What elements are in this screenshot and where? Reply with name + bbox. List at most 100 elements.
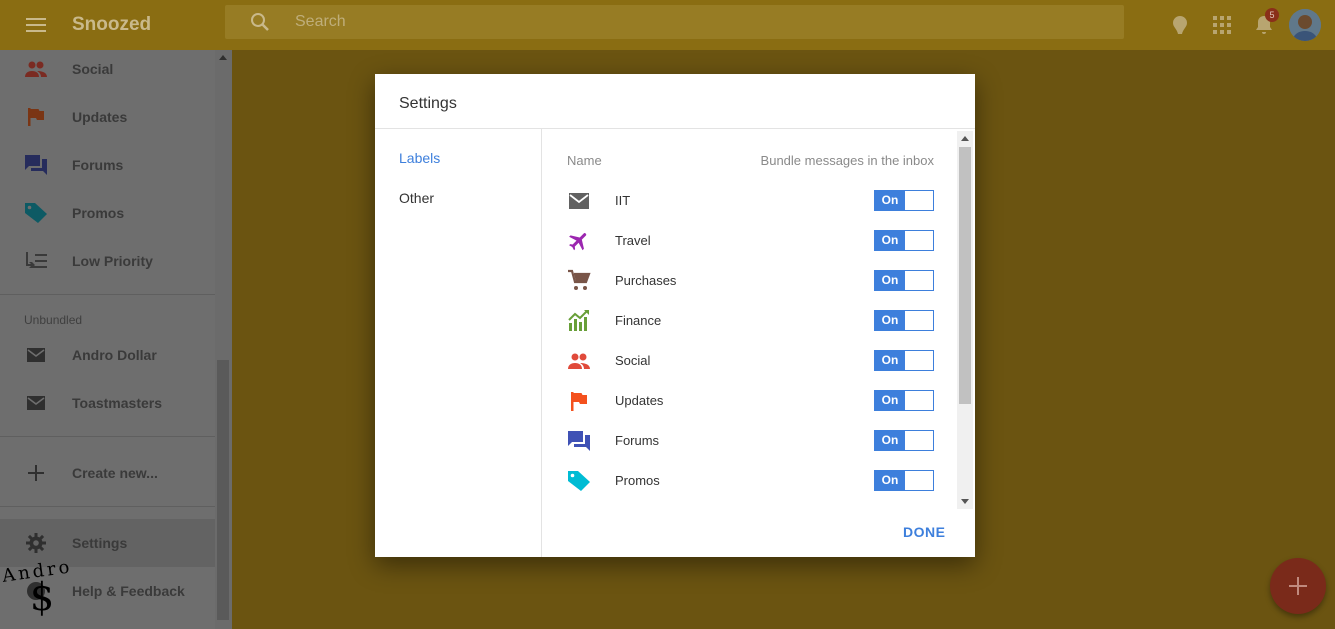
sidebar-item-promos[interactable]: Promos bbox=[0, 189, 215, 237]
nav-item-other[interactable]: Other bbox=[399, 190, 434, 206]
settings-button[interactable]: Settings bbox=[0, 519, 215, 567]
sidebar-item-label: Forums bbox=[72, 157, 124, 173]
tag-icon bbox=[568, 471, 590, 491]
top-icons: 5 bbox=[1159, 0, 1335, 50]
sidebar-item-label: Promos bbox=[72, 205, 125, 221]
label-name: Social bbox=[615, 353, 651, 368]
settings-dialog: Settings Labels Other Name Bundle messag… bbox=[375, 74, 975, 557]
reminder-button[interactable] bbox=[1159, 0, 1201, 50]
social-icon bbox=[568, 353, 590, 369]
compose-button[interactable] bbox=[1270, 558, 1326, 614]
flag-icon bbox=[28, 108, 44, 126]
sidebar-scrollbar[interactable] bbox=[215, 50, 232, 629]
user-avatar-icon bbox=[1289, 9, 1321, 41]
scroll-up-arrow-icon[interactable] bbox=[219, 55, 227, 60]
bundle-toggle[interactable]: On bbox=[874, 430, 934, 451]
label-row-travel: Travel On bbox=[543, 221, 958, 261]
mail-icon bbox=[27, 396, 45, 410]
sidebar-item-label: Low Priority bbox=[72, 253, 153, 269]
toggle-state: On bbox=[875, 471, 905, 490]
plus-icon bbox=[1289, 577, 1307, 595]
section-title-unbundled: Unbundled bbox=[24, 313, 83, 327]
cart-icon bbox=[568, 269, 591, 290]
hamburger-icon bbox=[26, 18, 46, 32]
sidebar-item-social[interactable]: Social bbox=[0, 50, 215, 93]
sidebar-item-label: Create new... bbox=[72, 465, 158, 481]
notification-badge: 5 bbox=[1265, 8, 1279, 22]
search-bar[interactable] bbox=[225, 5, 1124, 39]
bundle-toggle[interactable]: On bbox=[874, 390, 934, 411]
airplane-icon bbox=[569, 233, 587, 251]
label-name: IIT bbox=[615, 193, 631, 208]
scroll-down-arrow-icon[interactable] bbox=[961, 499, 969, 504]
label-row-promos: Promos On bbox=[543, 461, 958, 501]
scrollbar-thumb[interactable] bbox=[217, 360, 229, 620]
scroll-up-arrow-icon[interactable] bbox=[961, 136, 969, 141]
sidebar-item-low-priority[interactable]: Low Priority bbox=[0, 237, 215, 285]
app-title: Snoozed bbox=[72, 14, 152, 35]
plus-icon bbox=[28, 465, 44, 481]
label-name: Updates bbox=[615, 393, 664, 408]
forum-icon bbox=[568, 431, 590, 451]
label-name: Purchases bbox=[615, 273, 677, 288]
column-header-bundle: Bundle messages in the inbox bbox=[760, 153, 934, 168]
create-new-button[interactable]: Create new... bbox=[0, 449, 215, 497]
nav-item-labels[interactable]: Labels bbox=[399, 150, 440, 166]
bundle-toggle[interactable]: On bbox=[874, 350, 934, 371]
divider bbox=[0, 436, 215, 437]
dialog-title: Settings bbox=[399, 95, 457, 112]
sidebar-item-toastmasters[interactable]: Toastmasters bbox=[0, 379, 215, 427]
sidebar-item-label: Toastmasters bbox=[72, 395, 163, 411]
pin-icon bbox=[1173, 16, 1187, 34]
notifications-button[interactable]: 5 bbox=[1243, 0, 1285, 50]
bundle-toggle[interactable]: On bbox=[874, 470, 934, 491]
sidebar-item-label: Updates bbox=[72, 109, 128, 125]
dialog-nav: Labels Other bbox=[375, 129, 542, 557]
bundle-toggle[interactable]: On bbox=[874, 190, 934, 211]
label-row-purchases: Purchases On bbox=[543, 261, 958, 301]
toggle-state: On bbox=[875, 391, 905, 410]
toggle-state: On bbox=[875, 191, 905, 210]
label-row-iit: IIT On bbox=[543, 181, 958, 221]
sidebar-item-updates[interactable]: Updates bbox=[0, 93, 215, 141]
done-button[interactable]: DONE bbox=[903, 524, 945, 540]
tag-icon bbox=[25, 203, 47, 223]
bundle-toggle[interactable]: On bbox=[874, 270, 934, 291]
gear-icon bbox=[26, 533, 46, 553]
apps-button[interactable] bbox=[1201, 0, 1243, 50]
low-priority-icon bbox=[26, 252, 47, 268]
avatar[interactable] bbox=[1289, 9, 1321, 41]
label-name: Promos bbox=[615, 473, 660, 488]
label-name: Travel bbox=[615, 233, 651, 248]
sidebar-item-label: Help & Feedback bbox=[72, 583, 185, 599]
flag-icon bbox=[571, 392, 587, 411]
scrollbar-thumb[interactable] bbox=[959, 147, 971, 404]
apps-grid-icon bbox=[1213, 16, 1231, 34]
labels-panel: Name Bundle messages in the inbox IIT On… bbox=[543, 129, 975, 509]
chart-icon bbox=[568, 310, 589, 331]
watermark-symbol: $ bbox=[30, 575, 55, 619]
toggle-state: On bbox=[875, 231, 905, 250]
toggle-state: On bbox=[875, 431, 905, 450]
search-input[interactable] bbox=[295, 13, 1055, 31]
label-name: Finance bbox=[615, 313, 662, 328]
search-icon[interactable] bbox=[225, 12, 295, 32]
sidebar-item-label: Social bbox=[72, 61, 114, 77]
toggle-state: On bbox=[875, 351, 905, 370]
divider bbox=[0, 294, 215, 295]
sidebar-item-andro-dollar[interactable]: Andro Dollar bbox=[0, 331, 215, 379]
label-row-finance: Finance On bbox=[543, 301, 958, 341]
toggle-state: On bbox=[875, 311, 905, 330]
social-icon bbox=[25, 61, 47, 77]
dialog-scrollbar[interactable] bbox=[957, 131, 973, 509]
label-row-forums: Forums On bbox=[543, 421, 958, 461]
sidebar-item-forums[interactable]: Forums bbox=[0, 141, 215, 189]
toggle-state: On bbox=[875, 271, 905, 290]
sidebar-item-label: Andro Dollar bbox=[72, 347, 157, 363]
label-row-updates: Updates On bbox=[543, 381, 958, 421]
bundle-toggle[interactable]: On bbox=[874, 310, 934, 331]
bundle-toggle[interactable]: On bbox=[874, 230, 934, 251]
sidebar: Social Updates Forums Promos Low Priorit… bbox=[0, 50, 232, 629]
menu-button[interactable] bbox=[0, 0, 72, 50]
label-row-social: Social On bbox=[543, 341, 958, 381]
